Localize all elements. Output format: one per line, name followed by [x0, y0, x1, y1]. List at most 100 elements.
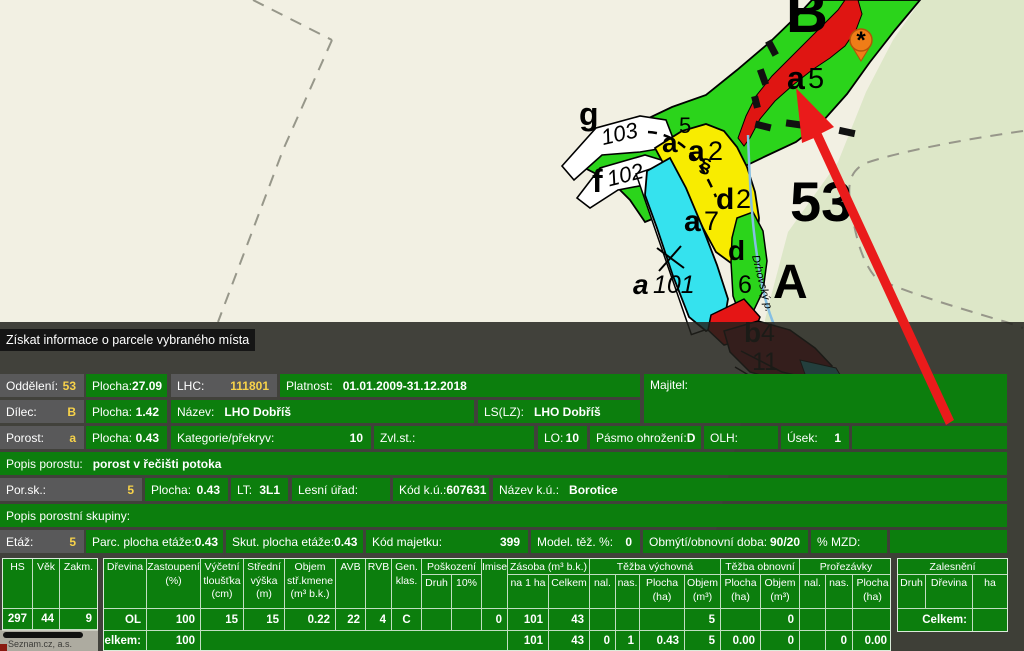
map-label-a7-number: 7	[704, 206, 719, 236]
cell-zales-celkem-label: Celkem:	[898, 609, 973, 631]
field-parc-plocha-etaze: Parc. plocha etáže:0.43	[86, 530, 223, 553]
col-zastoupeni: Zastoupení (%)	[147, 559, 201, 609]
field-oddeleni: Oddělení:53	[0, 374, 84, 397]
col-rvb: RVB	[366, 559, 392, 609]
col-to-objem: Objem (m³)	[761, 575, 800, 609]
map-label-53: 53	[790, 170, 852, 233]
map-tooltip: Získat informace o parcele vybraného mís…	[0, 329, 255, 351]
map-scale-bar	[3, 632, 83, 638]
field-nazev-ku: Název k.ú.:Borotice	[493, 478, 1007, 501]
cell-zakm: 9	[60, 609, 97, 630]
col-zales-druh: Druh	[898, 575, 926, 609]
col-zales-ha: ha	[973, 575, 1007, 609]
cell-vyska: 15	[244, 609, 285, 631]
map-label-B: B	[786, 0, 828, 45]
cell-hs: 297	[3, 609, 33, 630]
field-usek: Úsek:1	[781, 426, 849, 449]
map-label-d: d	[728, 235, 745, 266]
field-pasmo-ohrozeni: Pásmo ohrožení:D	[590, 426, 701, 449]
col-posk-10pct: 10%	[452, 575, 482, 609]
col-objem-kmene: Objem stř.kmene (m³ b.k.)	[285, 559, 336, 609]
col-na-1-ha: na 1 ha	[508, 575, 549, 609]
cell-avb: 22	[336, 609, 366, 631]
cell-zasoba-celkem: 43	[549, 609, 590, 631]
cell-total-tv-objem: 5	[685, 631, 721, 651]
field-empty-r3	[852, 426, 1007, 449]
field-empty-r7	[890, 530, 1007, 553]
field-lslz: LS(LZ):LHO Dobříš	[478, 400, 640, 423]
map-label-g: g	[579, 96, 599, 132]
cell-total-zastoupeni: 100	[147, 631, 201, 651]
map-label-a-small: a	[662, 127, 678, 158]
map-poi-marker-star-icon: *	[856, 27, 866, 54]
map-attribution-text: Seznam.cz, a.s.	[8, 639, 72, 649]
cell-tv-plocha	[640, 609, 685, 631]
map-label-a5-number: 5	[808, 63, 824, 95]
cell-total-empty	[201, 631, 508, 651]
cell-total-to-objem: 0	[761, 631, 800, 651]
cell-gen-klas: C	[392, 609, 422, 631]
cell-pr-nal	[800, 609, 826, 631]
row-porost: Porost:a Plocha:0.43 Kategorie/překryv:1…	[0, 426, 1008, 449]
field-obmyti-obnovni-doba: Obmýtí/obnovní doba:90/20	[643, 530, 808, 553]
map-attribution: Seznam.cz, a.s.	[0, 630, 98, 651]
field-skut-plocha-etaze: Skut. plocha etáže:0.43	[226, 530, 363, 553]
col-posk-druh: Druh	[422, 575, 452, 609]
cell-total-tv-nal: 0	[590, 631, 616, 651]
row-etaz: Etáž:5 Parc. plocha etáže:0.43 Skut. plo…	[0, 530, 1008, 553]
col-tv-objem: Objem (m³)	[685, 575, 721, 609]
cell-pr-nas	[826, 609, 853, 631]
group-zasoba: Zásoba (m³ b.k.)	[508, 559, 590, 575]
col-vycetni-tloustka: Výčetní tloušťka (cm)	[201, 559, 244, 609]
cell-pr-plocha	[853, 609, 891, 631]
field-model-tez: Model. těž. %:0	[531, 530, 640, 553]
table-zalesneni-box: Zalesnění Druh Dřevina ha Celkem:	[897, 558, 1008, 632]
cell-total-to-plocha: 0.00	[721, 631, 761, 651]
row-popis-porostu: Popis porostu:porost v řečišti potoka	[0, 452, 1008, 475]
field-lo: LO:10	[538, 426, 587, 449]
col-pr-nas: nas.	[826, 575, 853, 609]
col-tv-nas: nas.	[616, 575, 640, 609]
col-zasoba-celkem: Celkem	[549, 575, 590, 609]
map-label-d2-number: 2	[736, 184, 751, 214]
field-lhc: LHC:111801	[171, 374, 277, 397]
cell-tv-nal	[590, 609, 616, 631]
map-label-a101-number: 101	[653, 271, 695, 299]
field-plocha-por-sk: Plocha:0.43	[145, 478, 228, 501]
field-etaz: Etáž:5	[0, 530, 84, 553]
col-drevina: Dřevina	[104, 559, 147, 609]
col-stredni-vyska: Střední výška (m)	[244, 559, 285, 609]
field-zvl-st: Zvl.st.:	[374, 426, 534, 449]
app-window: g 103 f 102 5 a a 2 § d 2 a 7 d 6 a 101 …	[0, 0, 1024, 651]
col-tv-nal: nal.	[590, 575, 616, 609]
cell-drevina: OL	[104, 609, 147, 631]
group-poskozeni: Poškození	[422, 559, 482, 575]
row-oddeleni: Oddělení:53 Plocha:27.09 LHC:111801 Plat…	[0, 374, 1008, 397]
cell-total-pr-plocha: 0.00	[853, 631, 891, 651]
row-dilec: Dílec:B Plocha:1.42 Název:LHO Dobříš LS(…	[0, 400, 1008, 423]
cell-total-tv-plocha: 0.43	[640, 631, 685, 651]
col-vek: Věk	[33, 559, 60, 609]
field-nazev: Název:LHO Dobříš	[171, 400, 474, 423]
group-tezba-obnovni: Těžba obnovní	[721, 559, 800, 575]
col-zales-drevina: Dřevina	[926, 575, 973, 609]
col-tv-plocha: Plocha (ha)	[640, 575, 685, 609]
field-dilec: Dílec:B	[0, 400, 84, 423]
field-popis-porostu: Popis porostu:porost v řečišti potoka	[0, 452, 1007, 475]
cell-total-na-1-ha: 101	[508, 631, 549, 651]
map-label-a5-letter: a	[787, 60, 805, 96]
cell-vycetni: 15	[201, 609, 244, 631]
map-label-A: A	[773, 256, 808, 309]
col-pr-nal: nal.	[800, 575, 826, 609]
col-pr-plocha: Plocha (ha)	[853, 575, 891, 609]
cell-tv-objem: 5	[685, 609, 721, 631]
col-gen-klas: Gen. klas.	[392, 559, 422, 609]
cell-total-pr-nal	[800, 631, 826, 651]
cell-zastoupeni: 100	[147, 609, 201, 631]
field-lesni-urad: Lesní úřad:	[292, 478, 390, 501]
col-to-plocha: Plocha (ha)	[721, 575, 761, 609]
field-por-sk: Por.sk.:5	[0, 478, 142, 501]
table-hs-box: HS Věk Zakm. 297 44 9	[2, 558, 98, 631]
field-kategorie-prekryv: Kategorie/překryv:10	[171, 426, 371, 449]
col-avb: AVB	[336, 559, 366, 609]
